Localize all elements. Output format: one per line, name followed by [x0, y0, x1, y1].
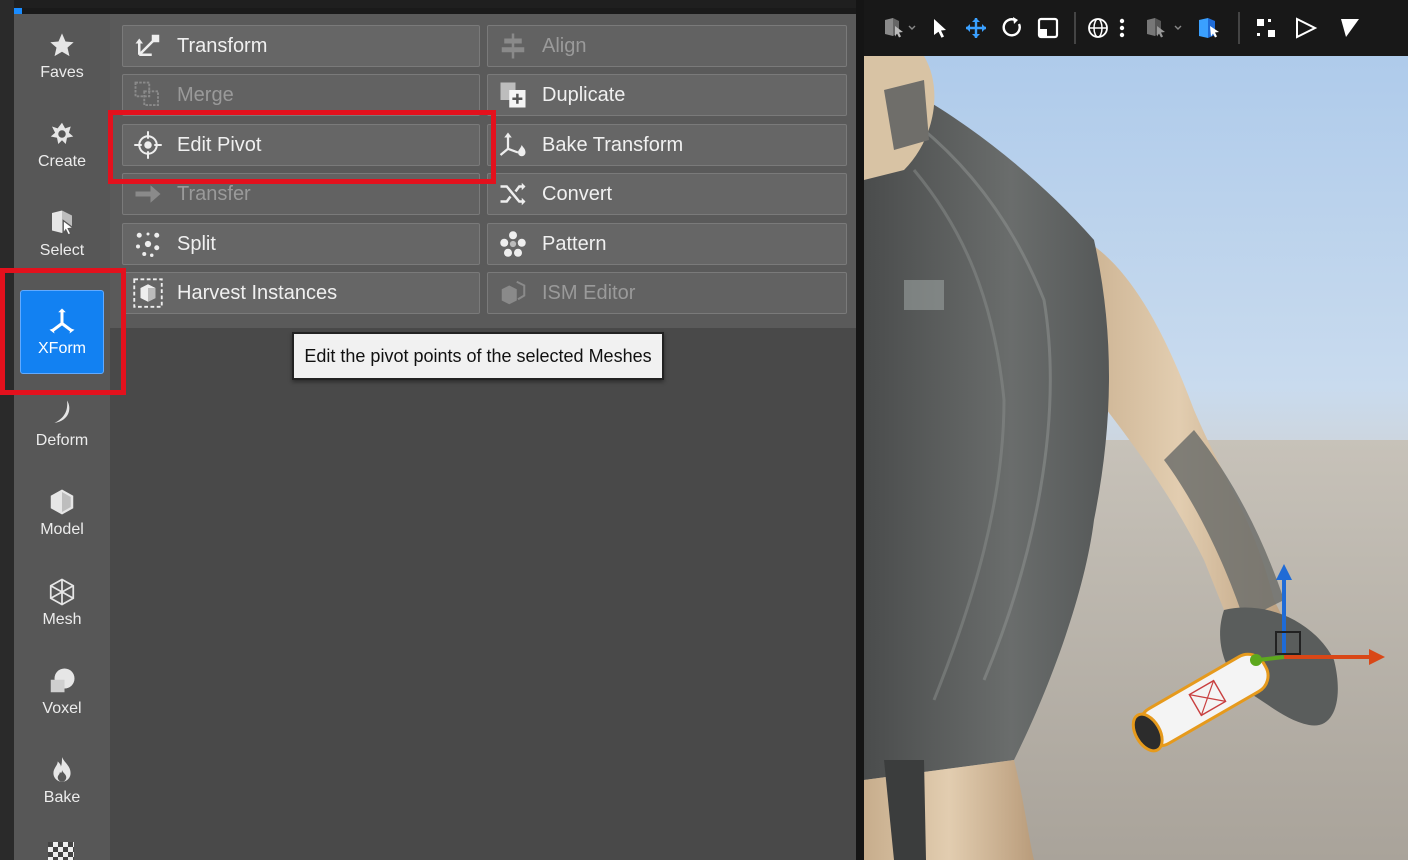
rotate-icon[interactable] [994, 0, 1030, 56]
category-create[interactable]: Create [20, 103, 104, 187]
more-options-icon[interactable] [1112, 0, 1132, 56]
category-deform[interactable]: Deform [20, 382, 104, 466]
bake-transform-button[interactable]: Bake Transform [487, 124, 847, 166]
category-label: XForm [38, 340, 86, 357]
harvest-instances-button[interactable]: Harvest Instances [122, 272, 480, 314]
select-arrow-icon[interactable] [922, 0, 958, 56]
checker-icon[interactable] [48, 842, 74, 860]
transfer-label: Transfer [177, 182, 251, 205]
snap-active-icon[interactable] [1190, 0, 1230, 56]
split-label: Split [177, 232, 216, 255]
xform-tool-grid: Transform Align Merge Duplicate Edit Piv… [110, 14, 856, 328]
duplicate-button[interactable]: Duplicate [487, 74, 847, 116]
merge-button[interactable]: Merge [122, 74, 480, 116]
xform-icon [47, 306, 77, 336]
create-icon [47, 119, 77, 149]
deform-icon [47, 398, 77, 428]
duplicate-label: Duplicate [542, 83, 626, 106]
align-button[interactable]: Align [487, 25, 847, 67]
category-label: Faves [40, 64, 84, 81]
category-sidebar: Faves Create Select XForm Deform Model M… [14, 14, 110, 860]
category-label: Bake [43, 789, 81, 806]
tooltip: Edit the pivot points of the selected Me… [292, 332, 664, 380]
viewport-toolbar [864, 0, 1408, 56]
category-voxel[interactable]: Voxel [20, 650, 104, 734]
select-mode-dropdown[interactable] [878, 0, 922, 56]
category-mesh[interactable]: Mesh [20, 561, 104, 645]
select-icon [47, 208, 77, 238]
transfer-button[interactable]: Transfer [122, 173, 480, 215]
bake-icon [47, 755, 77, 785]
level-viewport[interactable] [864, 0, 1408, 860]
pivot-crosshair-icon [133, 130, 163, 160]
grid-snap-icon[interactable] [1248, 0, 1284, 56]
surface-snap-dropdown[interactable] [1140, 0, 1190, 56]
left-edge [0, 0, 14, 860]
ism-editor-label: ISM Editor [542, 281, 636, 304]
edit-pivot-label: Edit Pivot [177, 133, 262, 156]
duplicate-icon [498, 80, 528, 110]
harvest-instances-icon [133, 278, 163, 308]
toolbar-separator [1074, 12, 1076, 44]
convert-label: Convert [542, 182, 613, 205]
edit-pivot-button[interactable]: Edit Pivot [122, 124, 480, 166]
ism-editor-button[interactable]: ISM Editor [487, 272, 847, 314]
angle-snap-icon[interactable] [1284, 0, 1328, 56]
scale-snap-icon[interactable] [1328, 0, 1372, 56]
bake-transform-icon [498, 130, 528, 160]
shuffle-icon [498, 179, 528, 209]
toolbar-separator [1238, 12, 1240, 44]
harvest-instances-label: Harvest Instances [177, 281, 338, 304]
category-label: Create [37, 153, 87, 170]
convert-button[interactable]: Convert [487, 173, 847, 215]
ism-editor-icon [498, 278, 528, 308]
viewport-scene [864, 56, 1408, 860]
mesh-icon [47, 577, 77, 607]
model-icon [47, 487, 77, 517]
category-label: Mesh [42, 611, 82, 628]
category-model[interactable]: Model [20, 471, 104, 555]
bake-transform-label: Bake Transform [542, 133, 684, 156]
star-icon [47, 30, 77, 60]
category-label: Select [39, 242, 85, 259]
panel-divider[interactable] [856, 0, 864, 860]
transform-button[interactable]: Transform [122, 25, 480, 67]
pattern-label: Pattern [542, 232, 607, 255]
transform-icon [133, 31, 163, 61]
tool-panel: Transform Align Merge Duplicate Edit Piv… [110, 14, 856, 860]
category-bake[interactable]: Bake [20, 739, 104, 823]
split-icon [133, 229, 163, 259]
move-icon[interactable] [958, 0, 994, 56]
world-space-icon[interactable] [1084, 0, 1112, 56]
category-select[interactable]: Select [20, 192, 104, 276]
align-icon [498, 31, 528, 61]
align-label: Align [542, 34, 587, 57]
category-label: Deform [35, 432, 89, 449]
arrow-right-icon [133, 179, 163, 209]
merge-label: Merge [177, 83, 234, 106]
pattern-icon [498, 229, 528, 259]
split-button[interactable]: Split [122, 223, 480, 265]
category-faves[interactable]: Faves [20, 14, 104, 98]
scale-icon[interactable] [1030, 0, 1066, 56]
voxel-icon [47, 666, 77, 696]
category-label: Voxel [42, 700, 82, 717]
pattern-button[interactable]: Pattern [487, 223, 847, 265]
category-label: Model [40, 521, 84, 538]
transform-label: Transform [177, 34, 268, 57]
category-xform[interactable]: XForm [20, 290, 104, 374]
merge-icon [133, 80, 163, 110]
top-strip [14, 0, 864, 8]
